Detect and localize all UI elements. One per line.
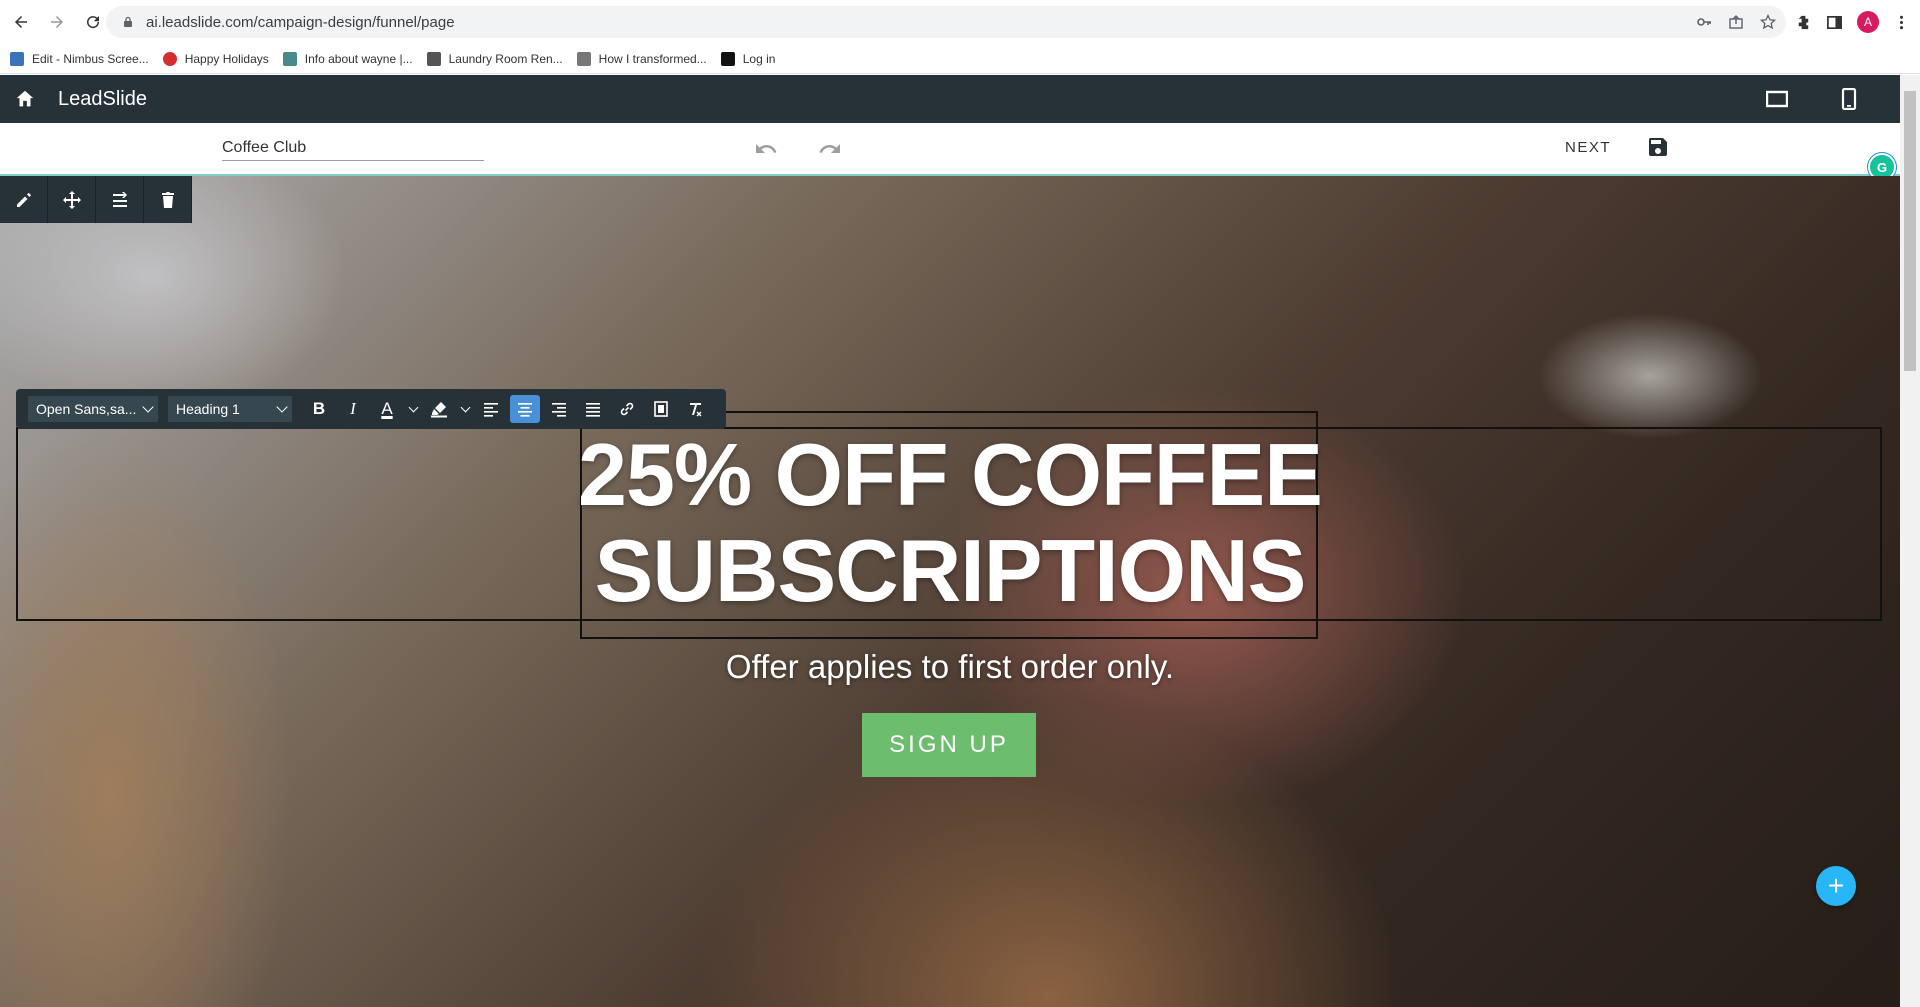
bookmark-favicon-icon — [282, 51, 297, 66]
chevron-down-icon[interactable] — [458, 395, 472, 423]
chevron-down-icon — [142, 401, 154, 413]
sign-up-button[interactable]: SIGN UP — [862, 713, 1036, 777]
chevron-down-icon[interactable] — [406, 395, 420, 423]
text-color-button[interactable]: A — [372, 395, 402, 423]
heading-style-select[interactable]: Heading 1 — [168, 396, 292, 422]
bookmark-item[interactable]: Happy Holidays — [162, 51, 269, 66]
bookmark-favicon-icon — [576, 51, 591, 66]
forward-icon[interactable] — [42, 7, 72, 37]
chevron-down-icon — [276, 401, 288, 413]
bookmarks-bar: Edit - Nimbus Scree... Happy Holidays In… — [0, 44, 1920, 74]
brand-name: LeadSlide — [58, 87, 147, 110]
bookmark-item[interactable]: Info about wayne |... — [282, 51, 413, 66]
swap-layout-icon[interactable] — [96, 176, 144, 223]
image-icon[interactable] — [646, 395, 676, 423]
font-family-select[interactable]: Open Sans,sa... — [28, 396, 158, 422]
save-icon[interactable] — [1646, 135, 1670, 159]
profile-avatar[interactable]: A — [1857, 11, 1879, 33]
edit-pencil-icon[interactable] — [0, 176, 48, 223]
bookmark-favicon-icon — [720, 51, 735, 66]
lock-icon — [124, 16, 132, 27]
align-justify-icon[interactable] — [578, 395, 608, 423]
sidepanel-icon[interactable] — [1826, 14, 1843, 31]
highlight-marker-icon[interactable] — [424, 395, 454, 423]
desktop-view-icon[interactable] — [1766, 88, 1788, 110]
key-icon[interactable] — [1696, 14, 1712, 30]
menu-dots-icon[interactable] — [1893, 14, 1910, 31]
redo-icon[interactable] — [818, 137, 842, 161]
back-icon[interactable] — [6, 7, 36, 37]
page-name-input[interactable] — [222, 135, 484, 161]
bookmark-item[interactable]: Edit - Nimbus Scree... — [10, 51, 149, 66]
link-icon[interactable] — [612, 395, 642, 423]
browser-toolbar: ai.leadslide.com/campaign-design/funnel/… — [0, 0, 1920, 44]
bookmark-item[interactable]: Log in — [720, 51, 775, 66]
bookmark-favicon-icon — [162, 51, 177, 66]
hero-subheadline[interactable]: Offer applies to first order only. — [540, 648, 1360, 686]
extensions-icon[interactable] — [1795, 14, 1812, 31]
star-icon[interactable] — [1760, 14, 1776, 30]
bookmark-favicon-icon — [10, 51, 24, 66]
bookmark-item[interactable]: Laundry Room Ren... — [426, 51, 563, 66]
bookmark-favicon-icon — [426, 51, 441, 66]
text-format-toolbar: Open Sans,sa... Heading 1 B I A — [16, 389, 726, 429]
bookmark-item[interactable]: How I transformed... — [576, 51, 707, 66]
align-right-icon[interactable] — [544, 395, 574, 423]
address-bar[interactable]: ai.leadslide.com/campaign-design/funnel/… — [106, 6, 1786, 38]
delete-trash-icon[interactable] — [144, 176, 192, 223]
add-element-plus-icon[interactable]: + — [1816, 866, 1856, 906]
clear-format-icon[interactable] — [680, 395, 710, 423]
reload-icon[interactable] — [78, 7, 108, 37]
page-scrollbar[interactable] — [1900, 75, 1920, 1007]
home-icon[interactable] — [12, 86, 38, 112]
undo-icon[interactable] — [754, 137, 778, 161]
italic-button[interactable]: I — [338, 395, 368, 423]
app-header: LeadSlide — [0, 75, 1900, 123]
share-icon[interactable] — [1728, 14, 1744, 30]
element-toolbar — [0, 176, 192, 223]
url-text: ai.leadslide.com/campaign-design/funnel/… — [146, 13, 455, 31]
align-center-icon[interactable] — [510, 395, 540, 423]
hero-headline[interactable]: 25% OFF COFFEE SUBSCRIPTIONS — [540, 427, 1360, 619]
align-left-icon[interactable] — [476, 395, 506, 423]
next-button[interactable]: NEXT — [1565, 139, 1611, 156]
mobile-view-icon[interactable] — [1838, 88, 1860, 110]
bold-button[interactable]: B — [304, 395, 334, 423]
editor-toolbar: NEXT G — [0, 123, 1900, 181]
scroll-thumb[interactable] — [1904, 91, 1916, 371]
move-icon[interactable] — [48, 176, 96, 223]
